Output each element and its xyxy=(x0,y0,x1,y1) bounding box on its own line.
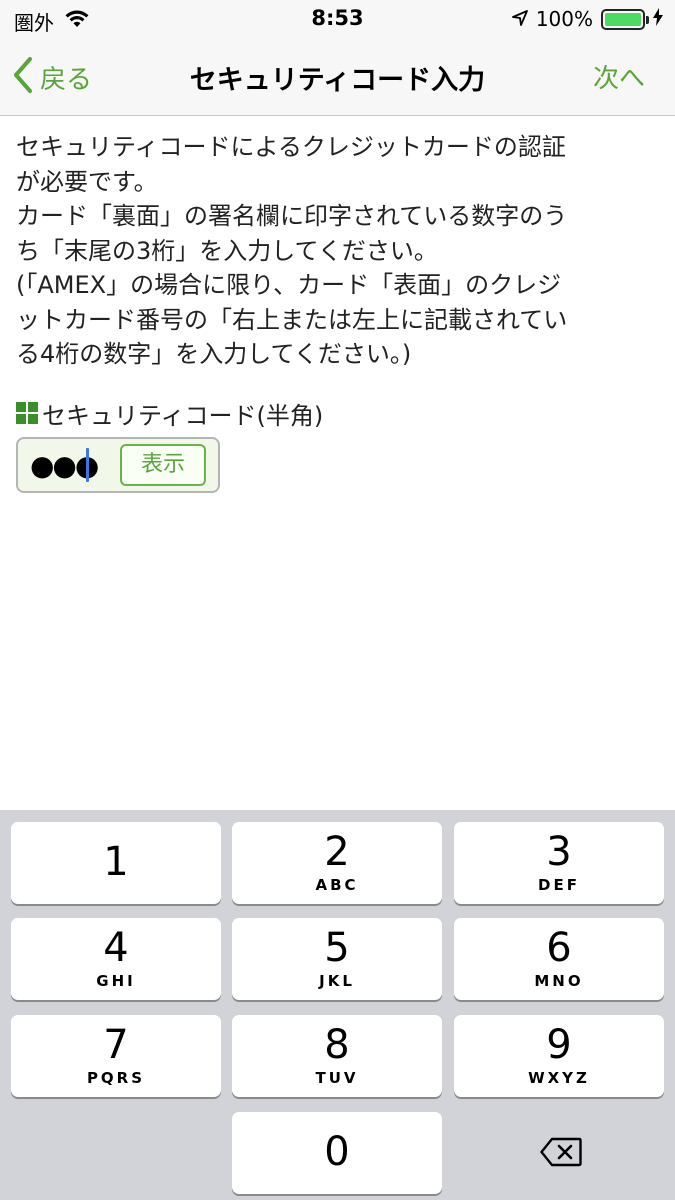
key-digit: 7 xyxy=(103,1022,129,1068)
key-4[interactable]: 4 GHI xyxy=(11,918,221,1000)
instruction-line: カード「裏面」の署名欄に印字されている数字のう xyxy=(16,202,568,230)
show-code-button[interactable]: 表示 xyxy=(120,443,206,486)
instruction-line: ットカード番号の「右上または左上に記載されてい xyxy=(16,305,568,334)
instruction-text: セキュリティコードによるクレジットカードの認証 が必要です。 カード「裏面」の署… xyxy=(16,130,659,372)
key-digit: 8 xyxy=(324,1022,350,1068)
key-6[interactable]: 6 MNO xyxy=(454,918,664,1000)
navigation-bar: 戻る セキュリティコード入力 次へ xyxy=(0,38,675,116)
next-button[interactable]: 次へ xyxy=(593,58,645,95)
instruction-line: ち「末尾の3桁」を入力してください。 xyxy=(16,236,438,265)
battery-level xyxy=(605,12,641,26)
main-content: セキュリティコードによるクレジットカードの認証 が必要です。 カード「裏面」の署… xyxy=(0,116,675,493)
instruction-line: る4桁の数字」を入力してください。) xyxy=(16,340,412,368)
key-letters: DEF xyxy=(538,876,580,894)
key-letters: PQRS xyxy=(86,1069,146,1087)
status-bar: 圏外 8:53 100% xyxy=(0,0,675,38)
location-arrow-icon xyxy=(511,7,528,31)
key-letters: GHI xyxy=(96,972,136,990)
instruction-line: (「AMEX」の場合に限り、カード「表面」のクレジ xyxy=(16,271,562,299)
key-letters: WXYZ xyxy=(528,1069,590,1087)
key-digit: 1 xyxy=(103,839,129,885)
battery-tip xyxy=(646,15,649,24)
key-digit: 9 xyxy=(546,1022,572,1068)
numeric-keypad: 1 2 ABC 3 DEF 4 GHI 5 JKL 6 MNO 7 PQRS 8… xyxy=(0,810,675,1200)
key-3[interactable]: 3 DEF xyxy=(454,822,664,904)
key-5[interactable]: 5 JKL xyxy=(232,918,442,1000)
security-code-label: セキュリティコード(半角) xyxy=(42,401,324,430)
grid-square-icon xyxy=(16,402,38,424)
battery-percent: 100% xyxy=(535,7,593,31)
charging-bolt-icon xyxy=(653,7,663,31)
delete-key[interactable] xyxy=(454,1112,664,1194)
battery-icon xyxy=(601,8,649,30)
page-title: セキュリティコード入力 xyxy=(189,65,486,96)
key-letters: TUV xyxy=(315,1069,359,1087)
key-1[interactable]: 1 xyxy=(11,822,221,904)
status-right: 100% xyxy=(511,7,663,31)
key-9[interactable]: 9 WXYZ xyxy=(454,1015,664,1097)
key-8[interactable]: 8 TUV xyxy=(232,1015,442,1097)
key-7[interactable]: 7 PQRS xyxy=(11,1015,221,1097)
key-digit: 2 xyxy=(324,829,350,875)
key-digit: 6 xyxy=(546,925,572,971)
key-letters: ABC xyxy=(315,876,359,894)
key-digit: 3 xyxy=(546,829,572,875)
key-letters: MNO xyxy=(534,972,584,990)
key-digit: 0 xyxy=(324,1129,350,1175)
key-digit: 5 xyxy=(324,925,350,971)
key-digit: 4 xyxy=(103,925,129,971)
instruction-line: セキュリティコードによるクレジットカードの認証 xyxy=(16,133,566,161)
backspace-icon xyxy=(540,1137,582,1167)
key-letters: JKL xyxy=(319,972,355,990)
key-0[interactable]: 0 xyxy=(232,1112,442,1194)
text-caret xyxy=(86,447,89,482)
security-code-label-row: セキュリティコード(半角) xyxy=(16,396,659,431)
key-2[interactable]: 2 ABC xyxy=(232,822,442,904)
instruction-line: が必要です。 xyxy=(16,167,158,196)
security-code-input[interactable]: ●●● 表示 xyxy=(16,436,220,493)
